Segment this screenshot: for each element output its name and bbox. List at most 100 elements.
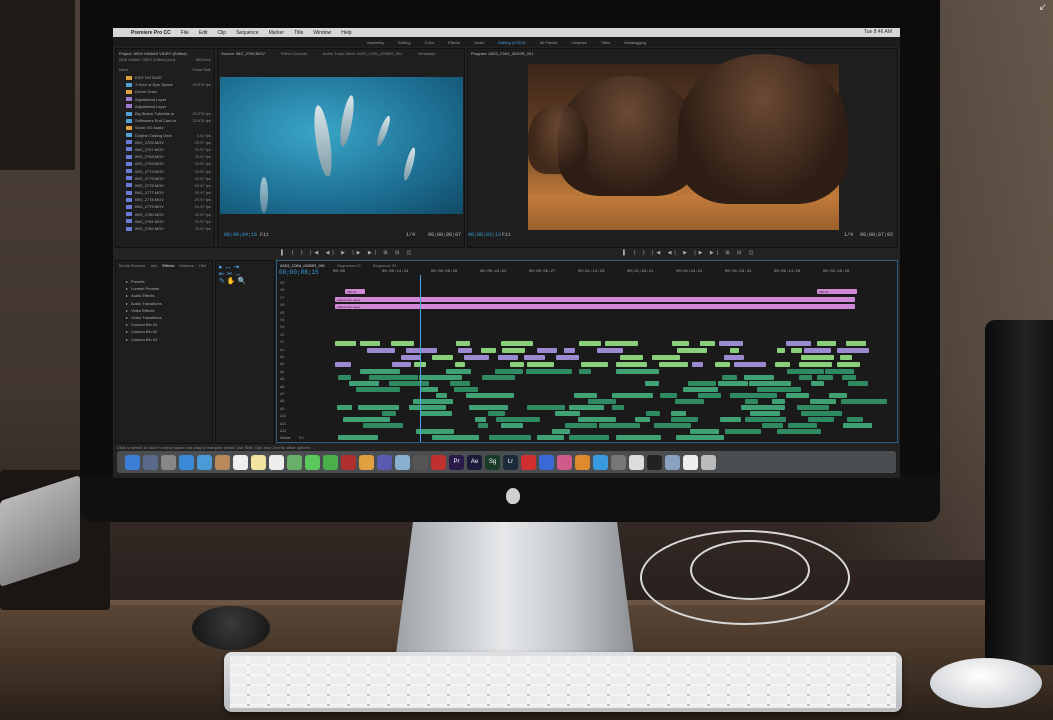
timeline-clip[interactable] [658, 362, 688, 367]
timeline-clip[interactable] [682, 387, 719, 392]
timeline-clip[interactable] [816, 375, 833, 380]
program-fit[interactable]: Fit [502, 232, 511, 238]
project-item[interactable]: IMG_2776.MOV 29.97 fps [116, 182, 214, 189]
timeline-clip[interactable] [577, 417, 617, 422]
timeline-clip[interactable] [527, 362, 554, 367]
timeline-tab[interactable]: Sequence 03 [373, 263, 397, 268]
dock-speedgrade-icon[interactable]: Sg [485, 454, 500, 470]
source-timecode[interactable]: 00;00;04;16 [224, 232, 257, 238]
effects-folder[interactable]: ▸ Custom Bin 01 [116, 321, 212, 328]
source-tab-effect-controls[interactable]: Effect Controls [278, 49, 310, 58]
workspace-tab[interactable]: Editing (CS5.5) [499, 40, 526, 45]
dock-safari-icon[interactable] [179, 454, 194, 470]
effects-folder[interactable]: ▸ Video Effects [116, 307, 212, 314]
track-header[interactable]: V8 [277, 288, 331, 294]
menu-sequence[interactable]: Sequence [236, 30, 259, 36]
track-header[interactable]: A8 [277, 399, 331, 405]
timeline-clip[interactable] [464, 355, 490, 360]
workspace-tab[interactable]: Color [425, 40, 435, 45]
dock-creative-cloud-icon[interactable] [521, 454, 536, 470]
workspace-tab[interactable]: Metalogging [624, 40, 646, 45]
timeline-clip[interactable] [367, 348, 395, 353]
timeline-clip[interactable] [733, 362, 766, 367]
timeline-clip[interactable] [718, 341, 743, 346]
timeline-clip[interactable] [359, 369, 400, 374]
timeline-clip[interactable] [846, 341, 867, 346]
app-name[interactable]: Premiere Pro CC [131, 30, 171, 36]
timeline-clip[interactable] [389, 381, 429, 386]
timeline-clip[interactable] [475, 417, 487, 422]
project-item[interactable]: IMG_2708.MOV 29.97 fps [116, 153, 214, 160]
timeline-clip[interactable] [725, 429, 761, 434]
timeline-clip[interactable] [824, 369, 855, 374]
timeline-clip[interactable] [744, 399, 759, 404]
timeline-clip[interactable] [436, 393, 448, 398]
timeline-clip[interactable] [816, 341, 836, 346]
timeline-clip[interactable] [798, 362, 832, 367]
timeline-clip[interactable] [776, 348, 785, 353]
timeline-clip[interactable] [336, 405, 352, 410]
dock-trash-icon[interactable] [701, 454, 716, 470]
timeline-clip[interactable] [841, 375, 857, 380]
source-transport[interactable]: ▌ { } |◀ ◀| ▶ |▶ ▶| ⊞ ⊟ ◫ [281, 250, 414, 258]
dock-app-store-icon[interactable] [593, 454, 608, 470]
timeline-tab[interactable]: A003_C004_003I9R_001 [280, 263, 325, 268]
workspace-tab[interactable]: Editing [398, 40, 410, 45]
track-header[interactable]: A11 [277, 422, 331, 428]
timeline-clip[interactable] [431, 435, 479, 440]
col-fps[interactable]: Frame Rate [193, 68, 211, 72]
workspace-tab[interactable]: Assembly [367, 40, 384, 45]
track-header[interactable]: A10 [277, 414, 331, 420]
timeline-clip[interactable] [501, 348, 526, 353]
timeline-clip[interactable] [597, 348, 624, 353]
timeline-tab[interactable]: Sequence 02 [337, 263, 361, 268]
timeline-clip[interactable] [810, 399, 837, 404]
track-header[interactable]: V2 [277, 333, 331, 339]
dock-photo-booth-icon[interactable] [341, 454, 356, 470]
dock-photos-icon[interactable] [359, 454, 374, 470]
timeline-clip[interactable]: Title 01 [817, 289, 857, 294]
dock-dvd-icon[interactable] [431, 454, 446, 470]
timeline-clip[interactable] [803, 348, 832, 353]
timeline-clip[interactable] [611, 405, 625, 410]
dock-calendar-icon[interactable]: 8 [233, 454, 248, 470]
timeline-clip[interactable] [787, 369, 824, 374]
timeline-clip[interactable] [652, 355, 681, 360]
menu-help[interactable]: Help [341, 30, 351, 36]
timeline-clip[interactable] [798, 375, 813, 380]
timeline-clip[interactable] [458, 348, 472, 353]
track-header[interactable]: Master 0.0 [277, 436, 331, 442]
timeline-clip[interactable] [717, 381, 748, 386]
timeline-clip[interactable] [578, 369, 591, 374]
track-header[interactable]: V7 [277, 296, 331, 302]
dock-after-effects-icon[interactable]: Ae [467, 454, 482, 470]
timeline-clip[interactable] [616, 435, 661, 440]
track-header[interactable]: A6 [277, 385, 331, 391]
timeline-clip[interactable] [401, 355, 421, 360]
dock-reminders-icon[interactable] [269, 454, 284, 470]
dock-itunes-icon[interactable] [557, 454, 572, 470]
timeline-clip[interactable] [495, 417, 541, 422]
project-item[interactable]: Adjustment Layer [116, 96, 214, 103]
timeline-clip[interactable] [431, 355, 454, 360]
timeline-clip[interactable] [721, 375, 737, 380]
dock-imovie-icon[interactable] [377, 454, 392, 470]
timeline-clip[interactable] [846, 417, 864, 422]
dock-finder-window-icon[interactable] [665, 454, 680, 470]
timeline-clip[interactable] [418, 375, 463, 380]
timeline-clip[interactable] [654, 423, 692, 428]
timeline-clip[interactable] [749, 381, 791, 386]
dock-maps-icon[interactable] [287, 454, 302, 470]
project-item[interactable]: Scrub VO Audio [116, 124, 214, 131]
timeline-clip[interactable] [337, 375, 352, 380]
timeline-clip[interactable] [785, 341, 812, 346]
timeline-clip[interactable] [730, 393, 778, 398]
program-ratio[interactable]: 1/4 [844, 232, 853, 238]
timeline-clip[interactable] [391, 362, 411, 367]
timeline-clip[interactable] [671, 341, 690, 346]
project-item[interactable]: IMG_2781.MOV 29.97 fps [116, 218, 214, 225]
dock-notes-icon[interactable] [251, 454, 266, 470]
timeline-clip[interactable] [616, 369, 659, 374]
dock-keynote-icon[interactable] [539, 454, 554, 470]
effects-tab[interactable]: Info [151, 263, 158, 268]
